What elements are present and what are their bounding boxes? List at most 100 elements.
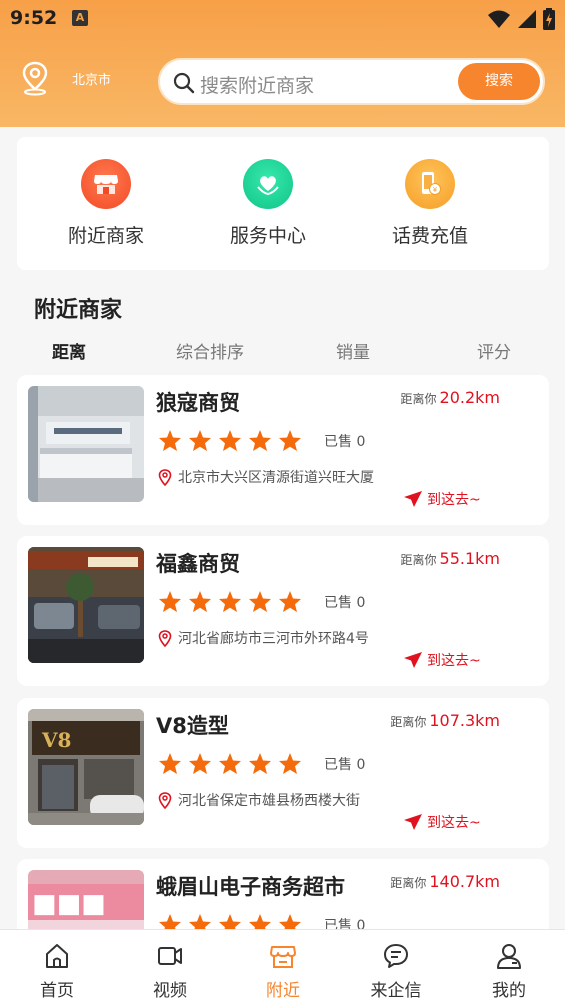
navigate-label: 到这去~	[427, 815, 481, 831]
distance-prefix: 距离你	[390, 715, 427, 729]
battery-icon	[543, 8, 555, 30]
tab-messages[interactable]: 来企信	[356, 942, 436, 1001]
navigate-label: 到这去~	[427, 653, 481, 669]
quick-nearby-merchants[interactable]: 附近商家	[26, 159, 186, 248]
navigation-arrow-icon	[404, 814, 422, 830]
quick-label: 服务中心	[229, 225, 306, 247]
star-icon	[159, 591, 181, 612]
merchant-name: 福鑫商贸	[156, 552, 240, 576]
merchant-card[interactable]: ■■■ 蛾眉山电子商务超市 距离你 140.7km 已售 0	[17, 859, 549, 939]
quick-label: 话费充值	[391, 225, 468, 247]
heart-hand-icon	[243, 159, 293, 209]
tab-profile[interactable]: 我的	[469, 942, 549, 1001]
star-icon	[279, 591, 301, 612]
phone-recharge-icon: ¥	[405, 159, 455, 209]
merchant-card[interactable]: 狼寇商贸 距离你 20.2km 已售 0 北京市大兴区清源街道兴旺大厦 到这去~	[17, 375, 549, 525]
star-icon	[189, 591, 211, 612]
star-icon	[189, 430, 211, 451]
merchant-name: V8造型	[156, 714, 229, 738]
tab-label: 来企信	[370, 981, 422, 1001]
header: 9:52 A 北京市 搜索附近商家 搜索	[0, 0, 565, 127]
distance-value: 20.2km	[439, 388, 500, 407]
navigation-arrow-icon	[404, 652, 422, 668]
tab-distance[interactable]: 距离	[52, 338, 86, 363]
svg-text:■■■: ■■■	[32, 889, 106, 919]
star-icon	[219, 430, 241, 451]
merchant-card[interactable]: V8 V8造型 距离你 107.3km 已售 0 河北省保定市雄县杨西楼大街 到这…	[17, 698, 549, 848]
store-icon	[270, 946, 296, 968]
tab-sales[interactable]: 销量	[336, 338, 370, 363]
section-title: 附近商家	[34, 298, 123, 323]
location-pin-icon	[22, 61, 48, 96]
location-selector[interactable]: 北京市	[20, 60, 111, 96]
location-label: 北京市	[72, 72, 112, 88]
sold-count: 已售 0	[324, 756, 366, 773]
merchant-name: 蛾眉山电子商务超市	[156, 875, 345, 899]
navigate-label: 到这去~	[427, 492, 481, 508]
star-icon	[189, 753, 211, 774]
address-text: 北京市大兴区清源街道兴旺大厦	[178, 470, 374, 486]
search-bar[interactable]: 搜索附近商家 搜索	[158, 58, 545, 105]
star-icon	[249, 591, 271, 612]
star-icon	[279, 753, 301, 774]
tab-rating[interactable]: 评分	[477, 338, 511, 363]
star-icon	[249, 430, 271, 451]
sold-count: 已售 0	[324, 594, 366, 611]
quick-label: 附近商家	[67, 225, 144, 247]
address: 河北省廊坊市三河市外环路4号	[158, 628, 408, 648]
notification-icon: A	[72, 10, 88, 26]
search-input[interactable]: 搜索附近商家	[200, 71, 314, 98]
wifi-icon	[488, 10, 510, 28]
rating-stars: 已售 0	[158, 590, 365, 613]
distance: 距离你 55.1km	[401, 549, 501, 568]
distance: 距离你 20.2km	[401, 388, 501, 407]
merchant-name: 狼寇商贸	[156, 391, 240, 415]
sold-count: 已售 0	[324, 433, 366, 450]
svg-text:V8: V8	[41, 728, 71, 752]
address: 北京市大兴区清源街道兴旺大厦	[158, 467, 408, 487]
star-icon	[219, 753, 241, 774]
navigation-arrow-icon	[404, 491, 422, 507]
navigate-button[interactable]: 到这去~	[403, 489, 481, 509]
location-pin-icon	[158, 468, 172, 486]
tab-nearby[interactable]: 附近	[243, 942, 323, 1001]
search-icon	[173, 72, 195, 94]
star-icon	[279, 430, 301, 451]
address-text: 河北省保定市雄县杨西楼大街	[178, 793, 360, 809]
distance-prefix: 距离你	[390, 876, 427, 890]
address: 河北省保定市雄县杨西楼大街	[158, 790, 408, 810]
tab-label: 首页	[40, 981, 74, 1001]
quick-actions: 附近商家 服务中心 ¥ 话费充值	[17, 137, 549, 270]
merchant-photo: V8	[28, 709, 144, 825]
tab-home[interactable]: 首页	[17, 942, 97, 1001]
search-button[interactable]: 搜索	[458, 63, 540, 100]
merchant-photo	[28, 547, 144, 663]
distance-prefix: 距离你	[400, 392, 437, 406]
star-icon	[159, 753, 181, 774]
star-icon	[159, 430, 181, 451]
navigate-button[interactable]: 到这去~	[403, 650, 481, 670]
location-pin-icon	[158, 791, 172, 809]
tab-label: 视频	[153, 981, 187, 1001]
rating-stars: 已售 0	[158, 429, 365, 452]
home-icon	[46, 944, 68, 968]
bottom-tab-bar: 首页 视频 附近 来企信 我的	[0, 929, 565, 1004]
svg-text:¥: ¥	[433, 186, 438, 194]
address-text: 河北省廊坊市三河市外环路4号	[178, 631, 369, 647]
user-icon	[497, 944, 521, 969]
merchant-photo	[28, 386, 144, 502]
quick-phone-recharge[interactable]: ¥ 话费充值	[350, 159, 510, 248]
tab-video[interactable]: 视频	[130, 942, 210, 1001]
star-icon	[249, 753, 271, 774]
distance-value: 140.7km	[429, 872, 500, 891]
navigate-button[interactable]: 到这去~	[403, 812, 481, 832]
distance-value: 55.1km	[439, 549, 500, 568]
quick-service-center[interactable]: 服务中心	[188, 159, 348, 248]
status-time: 9:52	[10, 7, 58, 29]
tab-label: 我的	[492, 981, 526, 1001]
rating-stars: 已售 0	[158, 752, 365, 775]
merchant-card[interactable]: 福鑫商贸 距离你 55.1km 已售 0 河北省廊坊市三河市外环路4号 到这去~	[17, 536, 549, 686]
chat-icon	[384, 944, 408, 968]
video-icon	[158, 947, 182, 965]
tab-comprehensive[interactable]: 综合排序	[176, 338, 244, 363]
